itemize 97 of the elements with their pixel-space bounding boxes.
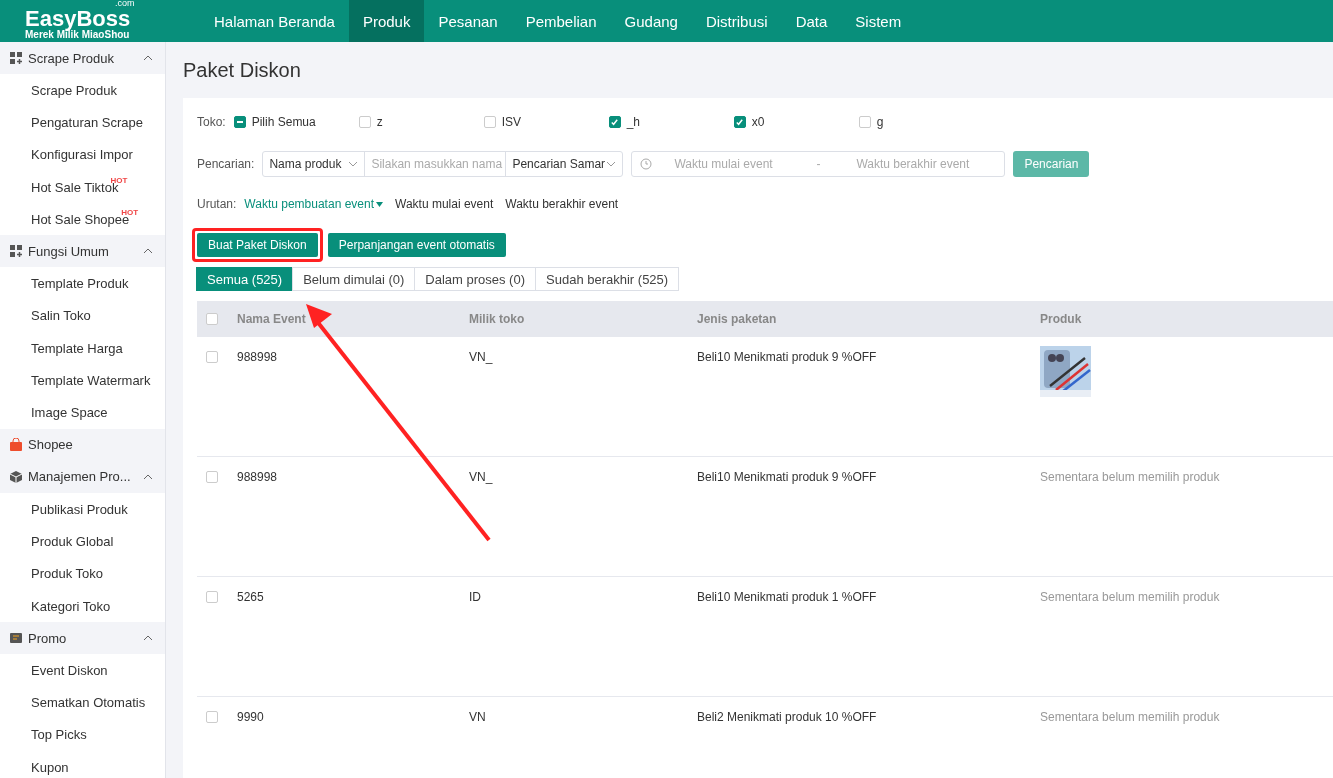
table-cell-text: VN_: [469, 469, 493, 484]
table-cell-text: 9990: [237, 709, 264, 724]
table-cell-text: Beli2 Menikmati produk 10 %OFF: [697, 709, 877, 724]
nav-item[interactable]: Halaman Beranda: [200, 0, 349, 42]
sidebar-item[interactable]: Top Picks: [0, 718, 165, 752]
checkbox[interactable]: [206, 312, 218, 325]
table-cell-text: Beli10 Menikmati produk 1 %OFF: [697, 589, 877, 604]
sidebar-item[interactable]: Template Produk: [0, 267, 165, 300]
field-label: Urutan:: [197, 197, 237, 211]
checkbox[interactable]: [483, 116, 496, 128]
table-cell-text: Sementara belum memilih produk: [1040, 709, 1220, 724]
clock-icon: [640, 158, 653, 170]
checkbox[interactable]: [206, 471, 218, 483]
cube-icon: [10, 470, 22, 483]
checkbox[interactable]: [206, 591, 218, 603]
group-label: Promo: [28, 630, 68, 646]
sidebar-item[interactable]: Template Watermark: [0, 364, 165, 397]
checkbox[interactable]: [858, 116, 871, 128]
group-label: Shopee: [28, 437, 74, 453]
nav-item[interactable]: Pembelian: [511, 0, 611, 42]
grid-icon: [10, 52, 22, 64]
nav-item[interactable]: Data: [781, 0, 842, 42]
sidebar-item[interactable]: Template Harga: [0, 332, 165, 365]
status-tab[interactable]: Belum dimulai (0): [292, 267, 416, 291]
sort-option[interactable]: Waktu mulai event: [395, 197, 494, 211]
sort-option[interactable]: Waktu berakhir event: [505, 197, 619, 211]
hot-label: HOT: [110, 175, 128, 185]
checkbox[interactable]: [608, 116, 621, 128]
coupon-icon: [10, 632, 22, 645]
checkbox[interactable]: [206, 711, 218, 723]
sidebar-item[interactable]: Salin Toko: [0, 299, 165, 333]
table-cell-text: Sementara belum memilih produk: [1040, 589, 1220, 604]
sidebar-item[interactable]: Publikasi Produk: [0, 492, 165, 526]
checkbox[interactable]: [206, 351, 218, 363]
nav-item[interactable]: Sistem: [841, 0, 916, 42]
sidebar-group[interactable]: Fungsi Umum: [0, 235, 165, 268]
table-cell-text: VN_: [469, 349, 493, 364]
sidebar-item[interactable]: Image Space: [0, 396, 165, 429]
action-button[interactable]: Buat Paket Diskon: [197, 233, 318, 257]
status-tab[interactable]: Dalam proses (0): [414, 267, 536, 291]
action-button[interactable]: Perpanjangan event otomatis: [327, 233, 506, 257]
shopping-bag-icon: [10, 438, 22, 452]
shop-label: x0: [751, 115, 765, 129]
table-cell-text: Beli10 Menikmati produk 9 %OFF: [697, 349, 877, 364]
nav-item[interactable]: Produk: [348, 0, 425, 42]
sidebar-group[interactable]: Manajemen Pro...: [0, 460, 165, 493]
page-title: Paket Diskon: [183, 57, 302, 83]
shop-label: g: [876, 115, 884, 129]
table-cell-text: 988998: [237, 349, 278, 364]
nav-item[interactable]: Pesanan: [424, 0, 512, 42]
checkbox[interactable]: [733, 116, 746, 128]
group-label: Manajemen Pro...: [28, 469, 132, 485]
sidebar-group[interactable]: Shopee: [0, 428, 165, 461]
column-header: Milik toko: [469, 311, 525, 326]
shop-label: Pilih Semua: [251, 115, 316, 129]
grid-icon: [10, 245, 22, 258]
end-placeholder: Waktu berakhir event: [856, 157, 970, 171]
column-header: Produk: [1040, 311, 1082, 326]
sidebar-item[interactable]: Scrape Produk: [0, 74, 165, 107]
status-tab[interactable]: Sudah berakhir (525): [535, 267, 680, 291]
range-separator: -: [816, 157, 822, 171]
column-header: Jenis paketan: [697, 311, 777, 326]
field-label: Toko:: [197, 115, 226, 129]
sidebar-item[interactable]: Kategori Toko: [0, 589, 165, 623]
sidebar-item[interactable]: Pengaturan Scrape: [0, 106, 165, 139]
caret-icon: [376, 201, 383, 207]
shop-label: _h: [626, 115, 641, 129]
sidebar-item[interactable]: Produk Global: [0, 525, 165, 558]
sort-option[interactable]: Waktu pembuatan event: [244, 197, 383, 211]
status-tab[interactable]: Semua (525): [196, 267, 294, 291]
table-cell-text: VN: [469, 709, 486, 724]
table-cell-text: 988998: [237, 469, 278, 484]
brand-logo: EasyBoss: [25, 8, 131, 29]
table-cell-text: ID: [469, 589, 481, 604]
group-label: Scrape Produk: [28, 50, 115, 66]
sidebar-group[interactable]: Scrape Produk: [0, 42, 165, 74]
group-label: Fungsi Umum: [28, 244, 110, 259]
sidebar-group[interactable]: Promo: [0, 622, 165, 655]
checkbox[interactable]: [358, 116, 371, 128]
sidebar-item[interactable]: Kupon: [0, 751, 165, 778]
checkbox[interactable]: [233, 116, 246, 128]
table-cell-text: Sementara belum memilih produk: [1040, 469, 1220, 484]
nav-item[interactable]: Gudang: [610, 0, 692, 42]
sidebar-item[interactable]: Event Diskon: [0, 654, 165, 687]
table-cell-text: 5265: [237, 589, 264, 604]
nav-item[interactable]: Distribusi: [691, 0, 782, 42]
sidebar-item[interactable]: Sematkan Otomatis: [0, 686, 165, 719]
column-header: Nama Event: [237, 311, 306, 326]
sidebar-item[interactable]: Produk Toko: [0, 557, 165, 590]
sidebar-item[interactable]: Konfigurasi Impor: [0, 138, 165, 171]
shop-label: ISV: [501, 115, 522, 129]
logo-suffix: .com: [115, 0, 135, 8]
start-placeholder: Waktu mulai event: [674, 157, 774, 171]
table-cell-text: Beli10 Menikmati produk 9 %OFF: [697, 469, 877, 484]
shop-label: z: [376, 115, 383, 129]
hot-label: HOT: [121, 207, 139, 217]
field-label: Pencarian:: [197, 157, 255, 171]
